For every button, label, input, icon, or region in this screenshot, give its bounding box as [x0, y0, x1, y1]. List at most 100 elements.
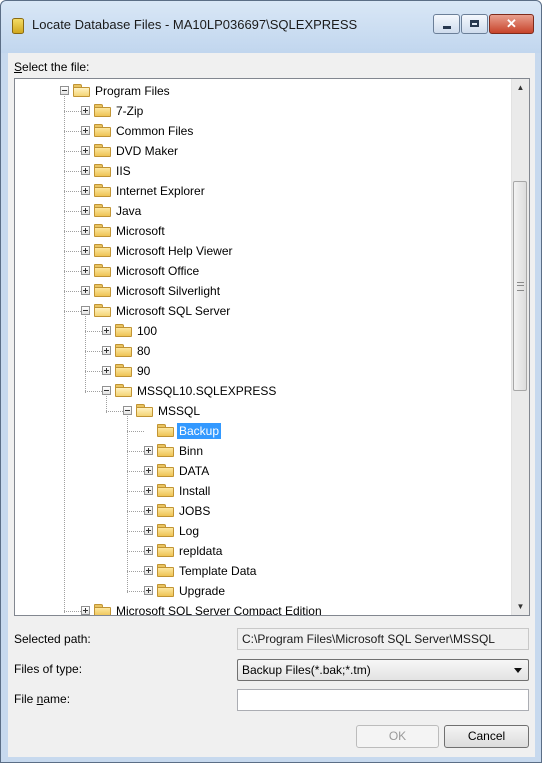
- tree-node-log[interactable]: Log: [15, 521, 511, 541]
- tree-node-label: Program Files: [95, 84, 170, 98]
- expand-plus-icon[interactable]: [81, 286, 90, 295]
- expand-plus-icon[interactable]: [81, 246, 90, 255]
- tree-node-7-zip[interactable]: 7-Zip: [15, 101, 511, 121]
- tree-node-label: Common Files: [116, 124, 194, 138]
- selected-path-field[interactable]: C:\Program Files\Microsoft SQL Server\MS…: [237, 628, 529, 650]
- tree-branch-line: [85, 351, 102, 352]
- expand-plus-icon[interactable]: [81, 166, 90, 175]
- expand-plus-icon[interactable]: [81, 106, 90, 115]
- folder-icon: [157, 484, 174, 497]
- files-of-type-label: Files of type:: [14, 662, 83, 676]
- expand-plus-icon[interactable]: [102, 346, 111, 355]
- open-folder-icon: [136, 404, 153, 417]
- tree-branch-line: [64, 111, 81, 112]
- tree-node-label: Microsoft SQL Server: [116, 304, 231, 318]
- tree-node-80[interactable]: 80: [15, 341, 511, 361]
- tree-node-internet-explorer[interactable]: Internet Explorer: [15, 181, 511, 201]
- tree-node-label: Backup: [177, 423, 222, 439]
- tree-branch-line: [64, 131, 81, 132]
- minimize-button[interactable]: [433, 14, 460, 34]
- expand-plus-icon[interactable]: [144, 546, 153, 555]
- collapse-minus-icon[interactable]: [102, 386, 111, 395]
- expand-plus-icon[interactable]: [81, 126, 90, 135]
- tree-node-common-files[interactable]: Common Files: [15, 121, 511, 141]
- file-name-input[interactable]: [237, 689, 529, 711]
- dropdown-arrow-icon: [514, 668, 522, 673]
- vertical-scrollbar[interactable]: ▲ ▼: [511, 79, 529, 615]
- tree-node-backup[interactable]: Backup: [15, 421, 511, 441]
- scroll-up-arrow-icon[interactable]: ▲: [512, 79, 529, 96]
- scroll-down-arrow-icon[interactable]: ▼: [512, 598, 529, 615]
- expand-plus-icon[interactable]: [102, 326, 111, 335]
- tree-node-label: 90: [137, 364, 151, 378]
- open-folder-icon: [94, 304, 111, 317]
- collapse-minus-icon[interactable]: [123, 406, 132, 415]
- expand-plus-icon[interactable]: [144, 506, 153, 515]
- folder-icon: [94, 144, 111, 157]
- tree-branch-line: [127, 511, 144, 512]
- tree-node-program-files[interactable]: Program Files: [15, 81, 511, 101]
- scrollbar-thumb[interactable]: [513, 181, 527, 391]
- folder-icon: [94, 224, 111, 237]
- tree-node-microsoft-help-viewer[interactable]: Microsoft Help Viewer: [15, 241, 511, 261]
- tree-node-100[interactable]: 100: [15, 321, 511, 341]
- tree-node-microsoft-sql-server-compact-edition[interactable]: Microsoft SQL Server Compact Edition: [15, 601, 511, 616]
- tree-node-dvd-maker[interactable]: DVD Maker: [15, 141, 511, 161]
- tree-node-microsoft-office[interactable]: Microsoft Office: [15, 261, 511, 281]
- expand-plus-icon[interactable]: [144, 486, 153, 495]
- tree-node-iis[interactable]: IIS: [15, 161, 511, 181]
- folder-icon: [157, 524, 174, 537]
- expand-plus-icon[interactable]: [144, 446, 153, 455]
- expand-plus-icon[interactable]: [81, 266, 90, 275]
- maximize-button[interactable]: [461, 14, 488, 34]
- expand-plus-icon[interactable]: [144, 586, 153, 595]
- expand-plus-icon[interactable]: [144, 526, 153, 535]
- ok-button[interactable]: OK: [356, 725, 439, 748]
- tree-node-binn[interactable]: Binn: [15, 441, 511, 461]
- folder-tree[interactable]: Program Files 7-Zip Common Files DVD Maker I…: [14, 78, 530, 616]
- folder-icon: [94, 264, 111, 277]
- tree-node-mssql[interactable]: MSSQL: [15, 401, 511, 421]
- tree-node-mssql10-sqlexpress[interactable]: MSSQL10.SQLEXPRESS: [15, 381, 511, 401]
- cancel-button[interactable]: Cancel: [444, 725, 529, 748]
- expand-plus-icon[interactable]: [81, 206, 90, 215]
- tree-node-template-data[interactable]: Template Data: [15, 561, 511, 581]
- tree-branch-line: [106, 411, 123, 412]
- expand-plus-icon[interactable]: [102, 366, 111, 375]
- expand-plus-icon[interactable]: [144, 466, 153, 475]
- expand-plus-icon[interactable]: [144, 566, 153, 575]
- tree-node-microsoft-silverlight[interactable]: Microsoft Silverlight: [15, 281, 511, 301]
- folder-icon: [157, 544, 174, 557]
- close-button[interactable]: ✕: [489, 14, 534, 34]
- tree-node-label: DATA: [179, 464, 210, 478]
- tree-node-java[interactable]: Java: [15, 201, 511, 221]
- tree-node-repldata[interactable]: repldata: [15, 541, 511, 561]
- tree-node-microsoft[interactable]: Microsoft: [15, 221, 511, 241]
- expand-plus-icon[interactable]: [81, 226, 90, 235]
- collapse-minus-icon[interactable]: [60, 86, 69, 95]
- tree-node-upgrade[interactable]: Upgrade: [15, 581, 511, 601]
- tree-node-label: Java: [116, 204, 142, 218]
- files-of-type-value: Backup Files(*.bak;*.tm): [242, 663, 371, 677]
- collapse-minus-icon[interactable]: [81, 306, 90, 315]
- folder-icon: [94, 204, 111, 217]
- title-bar[interactable]: Locate Database Files - MA10LP036697\SQL…: [1, 1, 541, 53]
- tree-node-label: Template Data: [179, 564, 257, 578]
- tree-node-90[interactable]: 90: [15, 361, 511, 381]
- folder-icon: [157, 424, 174, 437]
- tree-branch-line: [127, 451, 144, 452]
- folder-icon: [94, 124, 111, 137]
- expand-plus-icon[interactable]: [81, 186, 90, 195]
- tree-node-data[interactable]: DATA: [15, 461, 511, 481]
- files-of-type-dropdown[interactable]: Backup Files(*.bak;*.tm): [237, 659, 529, 681]
- dialog-client-area: Select the file: Program Files 7-Zip Commo…: [8, 53, 535, 757]
- tree-node-microsoft-sql-server[interactable]: Microsoft SQL Server: [15, 301, 511, 321]
- tree-node-install[interactable]: Install: [15, 481, 511, 501]
- tree-node-label: Microsoft SQL Server Compact Edition: [116, 604, 322, 616]
- expand-plus-icon[interactable]: [81, 606, 90, 615]
- database-icon: [12, 18, 24, 34]
- tree-branch-line: [64, 191, 81, 192]
- folder-icon: [94, 104, 111, 117]
- tree-node-jobs[interactable]: JOBS: [15, 501, 511, 521]
- expand-plus-icon[interactable]: [81, 146, 90, 155]
